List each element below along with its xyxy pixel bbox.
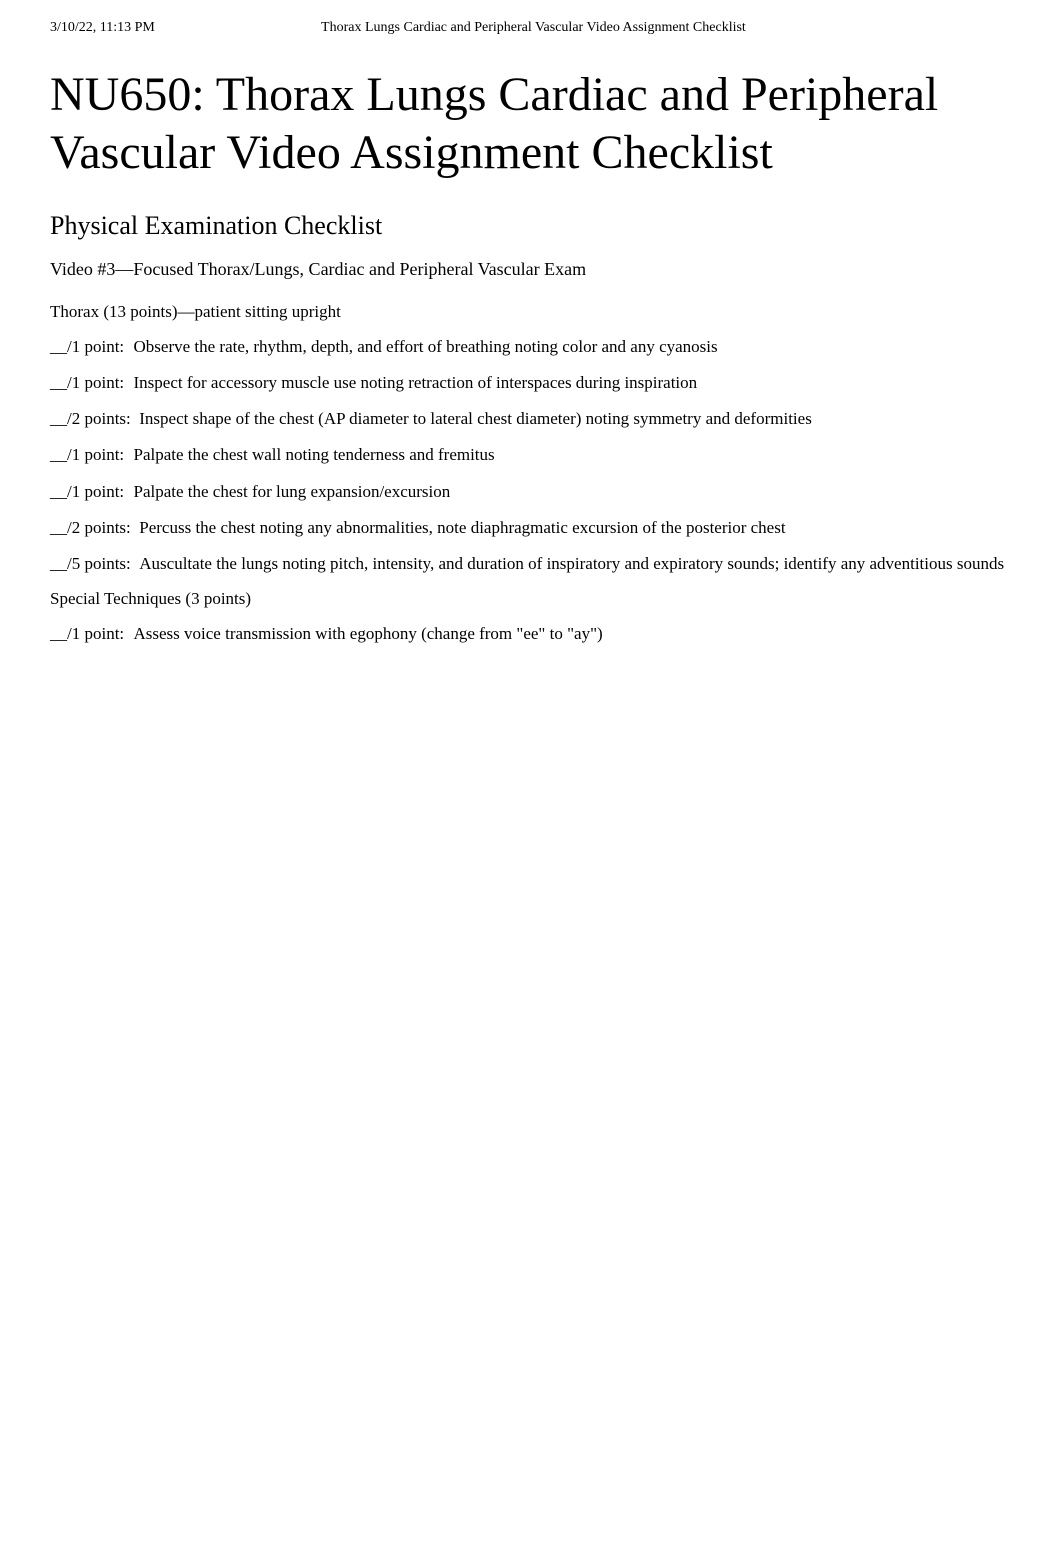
checklist-text: Auscultate the lungs noting pitch, inten… bbox=[131, 554, 1004, 573]
points-prefix: __/1 point: bbox=[50, 336, 125, 358]
checklist-item: __/2 points: Inspect shape of the chest … bbox=[50, 408, 1012, 430]
section-header: Special Techniques (3 points) bbox=[50, 589, 1012, 609]
points-prefix: __/5 points: bbox=[50, 553, 131, 575]
checklist-text: Inspect for accessory muscle use noting … bbox=[125, 373, 697, 392]
checklist-text: Palpate the chest for lung expansion/exc… bbox=[125, 482, 450, 501]
checklist-text: Palpate the chest wall noting tenderness… bbox=[125, 445, 495, 464]
points-prefix: __/1 point: bbox=[50, 623, 125, 645]
sections-container: Thorax (13 points)—patient sitting uprig… bbox=[50, 302, 1012, 645]
checklist-item: __/1 point: Assess voice transmission wi… bbox=[50, 623, 1012, 645]
checklist-item: __/1 point: Palpate the chest for lung e… bbox=[50, 481, 1012, 503]
checklist-text: Inspect shape of the chest (AP diameter … bbox=[131, 409, 812, 428]
checklist-item: __/1 point: Palpate the chest wall notin… bbox=[50, 444, 1012, 466]
checklist-text: Observe the rate, rhythm, depth, and eff… bbox=[125, 337, 718, 356]
section-header: Thorax (13 points)—patient sitting uprig… bbox=[50, 302, 1012, 322]
points-prefix: __/1 point: bbox=[50, 372, 125, 394]
checklist-item: __/5 points: Auscultate the lungs noting… bbox=[50, 553, 1012, 575]
checklist-item: __/2 points: Percuss the chest noting an… bbox=[50, 517, 1012, 539]
checklist-text: Assess voice transmission with egophony … bbox=[125, 624, 603, 643]
points-prefix: __/2 points: bbox=[50, 517, 131, 539]
points-prefix: __/1 point: bbox=[50, 444, 125, 466]
points-prefix: __/1 point: bbox=[50, 481, 125, 503]
checklist-subtitle: Physical Examination Checklist bbox=[50, 211, 1012, 241]
doc-title-header: Thorax Lungs Cardiac and Peripheral Vasc… bbox=[55, 20, 1012, 36]
checklist-item: __/1 point: Inspect for accessory muscle… bbox=[50, 372, 1012, 394]
checklist-item: __/1 point: Observe the rate, rhythm, de… bbox=[50, 336, 1012, 358]
points-prefix: __/2 points: bbox=[50, 408, 131, 430]
checklist-text: Percuss the chest noting any abnormaliti… bbox=[131, 518, 786, 537]
page-title: NU650: Thorax Lungs Cardiac and Peripher… bbox=[50, 66, 1012, 181]
page-header: 3/10/22, 11:13 PM Thorax Lungs Cardiac a… bbox=[50, 20, 1012, 36]
video-title: Video #3—Focused Thorax/Lungs, Cardiac a… bbox=[50, 259, 1012, 280]
